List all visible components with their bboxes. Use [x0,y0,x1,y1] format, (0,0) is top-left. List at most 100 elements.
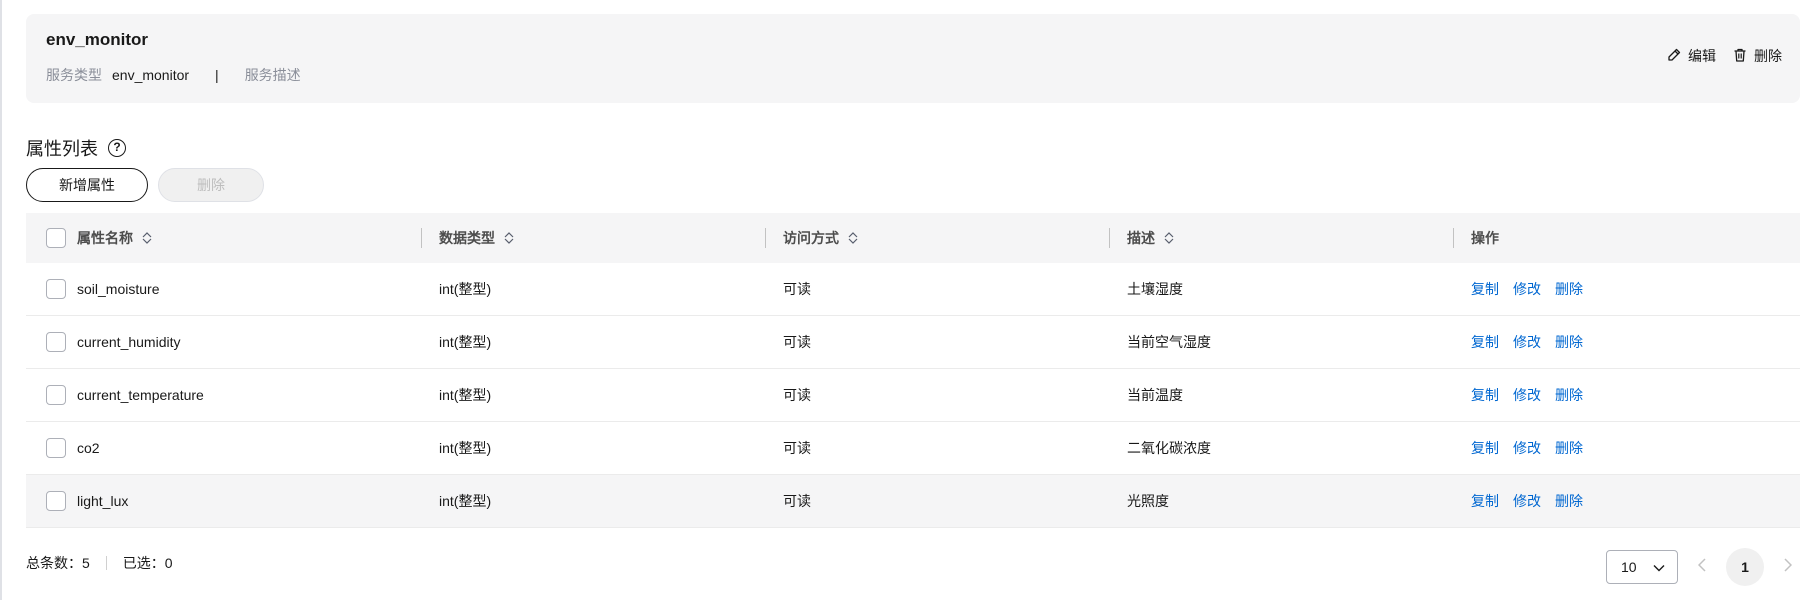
column-label: 属性名称 [77,230,133,246]
help-icon[interactable]: ? [108,139,126,157]
modify-link[interactable]: 修改 [1513,279,1541,299]
copy-link[interactable]: 复制 [1471,491,1499,511]
cell-type: int(整型) [439,440,492,456]
delete-service-button[interactable]: 删除 [1732,46,1782,66]
page-size-value: 10 [1621,559,1637,575]
row-checkbox[interactable] [46,385,66,405]
row-checkbox[interactable] [46,332,66,352]
column-header-operations: 操作 [1453,213,1800,263]
sort-icon[interactable] [503,230,515,246]
column-label: 数据类型 [439,230,495,246]
chevron-left-icon [1697,557,1706,577]
chevron-down-icon [1653,559,1665,575]
cell-access: 可读 [783,281,811,297]
page-size-select[interactable]: 10 [1606,550,1678,584]
add-property-button[interactable]: 新增属性 [26,168,148,202]
service-description-label: 服务描述 [244,67,301,83]
table-row: current_humidity int(整型) 可读 当前空气湿度 复制 修改… [26,316,1800,369]
property-name: co2 [77,440,100,456]
cell-operations: 复制 修改 删除 [1453,263,1800,315]
delete-label: 删除 [1754,48,1782,64]
sort-icon[interactable] [1163,230,1175,246]
table-row: soil_moisture int(整型) 可读 土壤湿度 复制 修改 删除 [26,263,1800,316]
service-card: env_monitor 服务类型 env_monitor | 服务描述 编辑 删… [26,14,1800,103]
cell-name: light_lux [26,475,421,527]
edit-service-button[interactable]: 编辑 [1666,46,1716,66]
toolbar: 新增属性 删除 [26,168,264,202]
cell-description: 二氧化碳浓度 [1127,440,1211,456]
column-header-access: 访问方式 [765,213,1109,263]
copy-link[interactable]: 复制 [1471,332,1499,352]
section-title: 属性列表 ? [26,135,126,161]
selected-count: 已选：0 [122,555,173,571]
chevron-right-icon [1784,557,1793,577]
service-type-value: env_monitor [112,67,190,83]
cell-type: int(整型) [439,281,492,297]
cell-description: 当前空气湿度 [1127,334,1211,350]
cell-access: 可读 [783,440,811,456]
cell-name: soil_moisture [26,263,421,315]
row-checkbox[interactable] [46,438,66,458]
card-actions: 编辑 删除 [1666,46,1782,66]
batch-delete-button: 删除 [158,168,264,202]
modify-link[interactable]: 修改 [1513,491,1541,511]
delete-link[interactable]: 删除 [1555,438,1583,458]
cell-access: 可读 [783,334,811,350]
copy-link[interactable]: 复制 [1471,385,1499,405]
select-all-checkbox[interactable] [46,228,66,248]
column-header-name: 属性名称 [26,213,421,263]
column-header-description: 描述 [1109,213,1453,263]
property-name: light_lux [77,493,129,509]
table-header: 属性名称 数据类型 访问方式 描述 操作 [26,213,1800,263]
property-name: current_humidity [77,334,181,350]
service-name: env_monitor [46,30,149,49]
cell-operations: 复制 修改 删除 [1453,422,1800,474]
row-checkbox[interactable] [46,491,66,511]
property-table: 属性名称 数据类型 访问方式 描述 操作 soil_moisture int(整… [26,213,1800,528]
cell-access: 可读 [783,493,811,509]
cell-description: 光照度 [1127,493,1169,509]
cell-description: 当前温度 [1127,387,1183,403]
copy-link[interactable]: 复制 [1471,438,1499,458]
cell-description: 土壤湿度 [1127,281,1183,297]
service-type-label: 服务类型 [46,67,102,83]
column-label: 访问方式 [783,230,839,246]
row-checkbox[interactable] [46,279,66,299]
delete-link[interactable]: 删除 [1555,385,1583,405]
sort-icon[interactable] [847,230,859,246]
sort-icon[interactable] [141,230,153,246]
table-row: current_temperature int(整型) 可读 当前温度 复制 修… [26,369,1800,422]
page-number-current[interactable]: 1 [1726,548,1764,586]
trash-icon [1732,47,1748,66]
cell-access: 可读 [783,387,811,403]
meta-separator: | [215,67,219,83]
service-meta: 服务类型 env_monitor | 服务描述 [46,65,301,85]
previous-page-button[interactable] [1690,550,1714,584]
modify-link[interactable]: 修改 [1513,385,1541,405]
copy-link[interactable]: 复制 [1471,279,1499,299]
cell-type: int(整型) [439,387,492,403]
property-name: soil_moisture [77,281,160,297]
delete-link[interactable]: 删除 [1555,332,1583,352]
delete-link[interactable]: 删除 [1555,279,1583,299]
left-border [0,0,2,600]
pagination: 10 1 [1606,548,1800,586]
edit-label: 编辑 [1688,48,1716,64]
cell-operations: 复制 修改 删除 [1453,475,1800,527]
column-header-type: 数据类型 [421,213,765,263]
cell-type: int(整型) [439,493,492,509]
footer-divider [105,556,107,570]
total-count: 总条数：5 [26,555,90,571]
modify-link[interactable]: 修改 [1513,438,1541,458]
next-page-button[interactable] [1776,550,1800,584]
cell-operations: 复制 修改 删除 [1453,316,1800,368]
table-row: co2 int(整型) 可读 二氧化碳浓度 复制 修改 删除 [26,422,1800,475]
column-label: 描述 [1127,230,1155,246]
column-label: 操作 [1471,230,1499,246]
cell-type: int(整型) [439,334,492,350]
pencil-icon [1666,47,1682,66]
cell-name: co2 [26,422,421,474]
modify-link[interactable]: 修改 [1513,332,1541,352]
property-name: current_temperature [77,387,204,403]
delete-link[interactable]: 删除 [1555,491,1583,511]
